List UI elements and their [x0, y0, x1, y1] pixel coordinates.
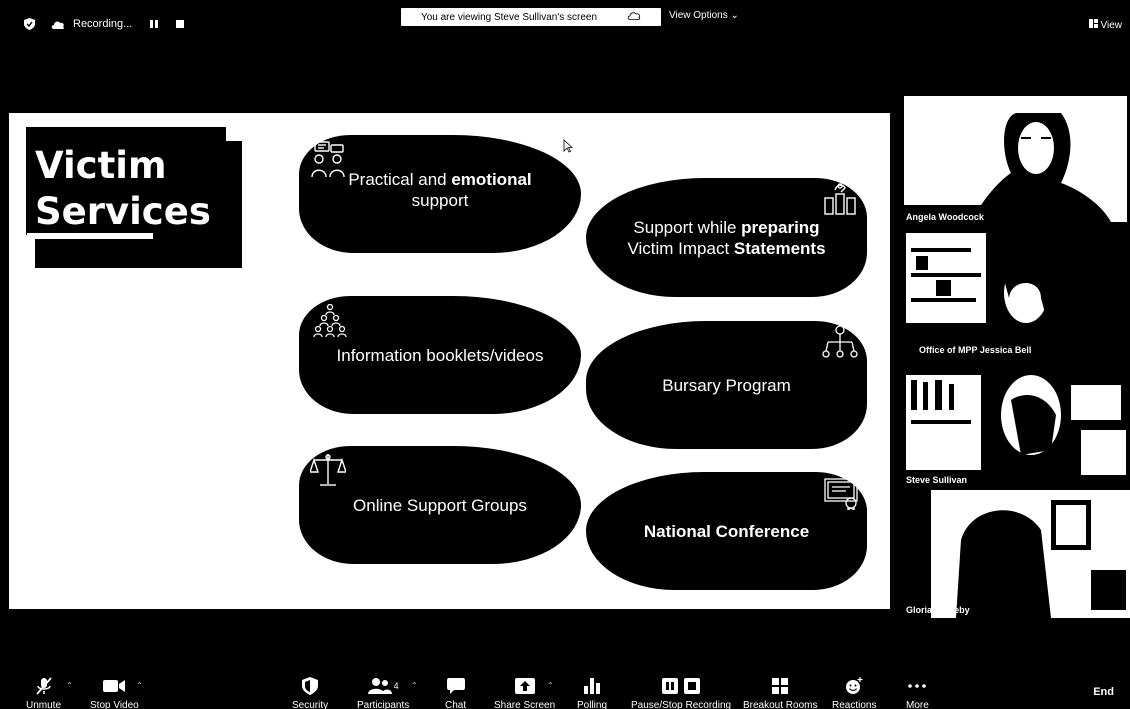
cloud-icon [51, 20, 65, 29]
group-hierarchy-icon [311, 303, 349, 342]
viewing-screen-banner: You are viewing Steve Sullivan's screen [401, 8, 661, 26]
recording-label: Recording... [73, 18, 133, 30]
certificate-icon [823, 478, 861, 516]
participants-button[interactable]: 4 Participants [357, 676, 409, 709]
view-button[interactable]: View [1088, 19, 1123, 31]
bar-chart-icon [584, 676, 601, 696]
participant-tile[interactable]: Gloria Appleby [901, 490, 1130, 618]
participant-count: 4 [393, 681, 399, 691]
participant-video-jessica [901, 228, 1130, 358]
more-label: More [906, 700, 929, 709]
share-screen-label: Share Screen [494, 700, 556, 709]
card-practical-support: Practical and emotional support [299, 135, 581, 253]
participant-tile[interactable]: Office of MPP Jessica Bell [901, 228, 1130, 358]
counseling-people-icon [309, 141, 347, 179]
participant-video-steve [901, 360, 1130, 488]
view-options-dropdown[interactable]: View Options ⌄ [669, 10, 739, 21]
pause-recording-icon[interactable] [150, 20, 159, 28]
reactions-label: Reactions [832, 700, 877, 709]
card-national-conference: National Conference [586, 472, 867, 590]
network-nodes-icon [821, 325, 859, 363]
pause-stop-recording-button[interactable]: Pause/Stop Recording [631, 676, 731, 709]
card-1-text-line2: support [411, 191, 469, 210]
slide-title: Victim Services [35, 143, 211, 235]
documents-hand-icon [821, 180, 859, 218]
view-options-label: View Options [669, 10, 728, 21]
recording-status: Recording... [24, 18, 185, 30]
microphone-muted-icon [34, 676, 54, 696]
gallery-view-icon [1088, 19, 1098, 31]
card-2-line2-plain: Victim Impact [627, 238, 734, 258]
chevron-down-icon: ⌄ [730, 10, 739, 21]
meeting-toolbar: Unmute ⌃ Stop Video ⌃ Security 4 Partici… [0, 668, 1130, 709]
share-screen-icon [514, 676, 535, 696]
pause-stop-icon [662, 676, 701, 696]
card-victim-impact: Support while preparing Victim Impact St… [586, 178, 867, 297]
participants-options-caret-icon[interactable]: ⌃ [411, 681, 418, 690]
security-button[interactable]: Security [292, 676, 328, 709]
polling-label: Polling [577, 700, 608, 709]
participant-name: Office of MPP Jessica Bell [919, 345, 1032, 355]
chat-button[interactable]: Chat [445, 676, 466, 709]
breakout-rooms-label: Breakout Rooms [743, 700, 818, 709]
smiley-plus-icon [845, 676, 863, 696]
end-label: End [1093, 686, 1114, 698]
stop-recording-icon[interactable] [176, 20, 185, 28]
more-button[interactable]: More [906, 676, 929, 709]
video-camera-icon [103, 676, 126, 696]
participant-name: Gloria Appleby [906, 605, 970, 615]
meeting-top-bar: Recording... You are viewing Steve Sulli… [0, 0, 1130, 52]
card-1-text-bold: emotional [451, 170, 532, 189]
shared-screen: Victim Services Practical and emotional … [9, 113, 890, 609]
security-label: Security [292, 700, 329, 709]
card-4-text: Bursary Program [662, 375, 791, 395]
card-2-line1-plain: Support while [633, 217, 742, 237]
stop-video-button[interactable]: Stop Video [90, 676, 139, 709]
slide-title-line2: Services [35, 190, 211, 233]
participant-tile[interactable]: Steve Sullivan [901, 360, 1130, 488]
viewing-banner-text: You are viewing Steve Sullivan's screen [420, 11, 598, 23]
card-2-line2-bold: Statements [733, 238, 826, 258]
cloud-outline-icon [627, 11, 641, 23]
card-information-booklets: Information booklets/videos [299, 296, 581, 414]
scales-of-justice-icon [309, 452, 347, 490]
view-label: View [1100, 19, 1123, 31]
breakout-rooms-button[interactable]: Breakout Rooms [743, 676, 817, 709]
card-2-line1-bold: preparing [741, 217, 820, 237]
share-screen-button[interactable]: Share Screen [494, 676, 555, 709]
card-3-text: Information booklets/videos [336, 345, 544, 365]
card-online-support-groups: Online Support Groups [299, 446, 581, 564]
card-bursary-program: Bursary Program [586, 321, 867, 449]
card-6-text: National Conference [643, 521, 810, 541]
slide-title-line1: Victim [35, 144, 167, 187]
participants-label: Participants [357, 700, 410, 709]
breakout-rooms-icon [772, 676, 789, 696]
chat-label: Chat [445, 700, 467, 709]
participants-icon: 4 [367, 676, 399, 696]
participant-video-gloria [901, 490, 1130, 618]
participant-name: Steve Sullivan [906, 475, 968, 485]
reactions-button[interactable]: Reactions [832, 676, 876, 709]
unmute-label: Unmute [26, 700, 62, 709]
more-dots-icon [908, 676, 927, 696]
share-options-caret-icon[interactable]: ⌃ [547, 681, 554, 690]
audio-options-caret-icon[interactable]: ⌃ [66, 681, 73, 690]
stop-video-label: Stop Video [90, 700, 139, 709]
polling-button[interactable]: Polling [577, 676, 607, 709]
card-5-text: Online Support Groups [353, 495, 527, 515]
chat-bubble-icon [446, 676, 465, 696]
security-shield-icon [302, 676, 319, 696]
video-options-caret-icon[interactable]: ⌃ [136, 681, 143, 690]
participant-tile[interactable]: Angela Woodcock [901, 93, 1130, 225]
end-meeting-button[interactable]: End [1093, 686, 1114, 698]
shield-check-icon[interactable] [24, 18, 35, 30]
participant-name: Angela Woodcock [906, 212, 984, 222]
pause-stop-recording-label: Pause/Stop Recording [631, 700, 732, 709]
unmute-button[interactable]: Unmute [26, 676, 61, 709]
card-1-text-plain: Practical and [348, 170, 452, 189]
mouse-cursor-icon [563, 139, 574, 158]
participant-video-angela [904, 96, 1127, 222]
